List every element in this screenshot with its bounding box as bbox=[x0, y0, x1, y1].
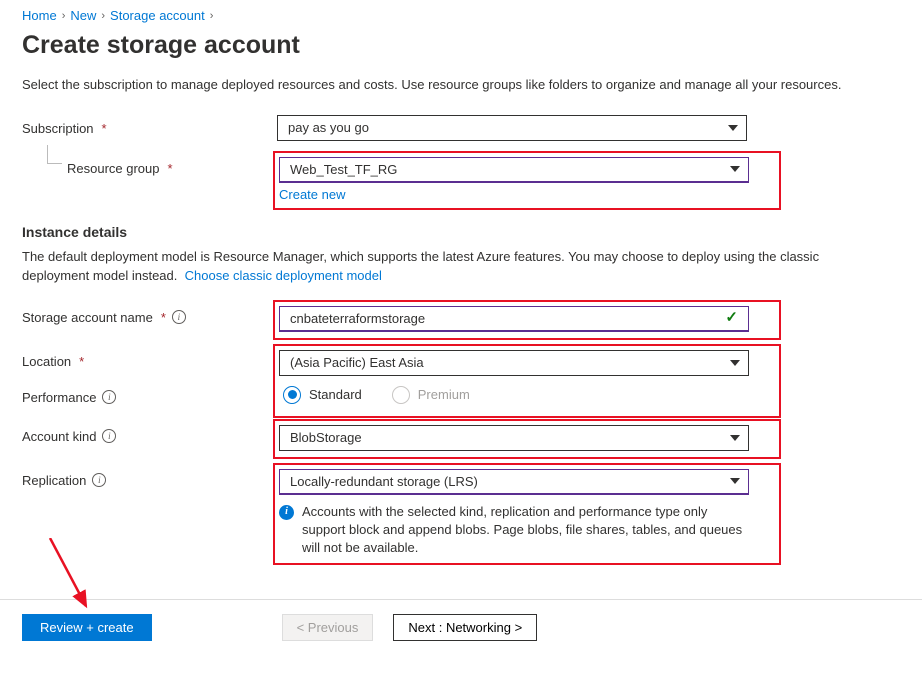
performance-standard-radio[interactable]: Standard bbox=[283, 386, 362, 404]
chevron-down-icon bbox=[728, 125, 738, 131]
highlight-box: Web_Test_TF_RG Create new bbox=[273, 151, 781, 210]
row-account-kind: Account kind i BlobStorage bbox=[22, 423, 900, 453]
row-subscription: Subscription * pay as you go bbox=[22, 115, 900, 141]
performance-premium-radio: Premium bbox=[392, 386, 470, 404]
row-replication: Replication i Locally-redundant storage … bbox=[22, 467, 900, 560]
radio-checked-icon bbox=[283, 386, 301, 404]
radio-disabled-icon bbox=[392, 386, 410, 404]
replication-value: Locally-redundant storage (LRS) bbox=[290, 474, 478, 489]
storage-name-value: cnbateterraformstorage bbox=[290, 311, 425, 326]
label-storage-name: Storage account name bbox=[22, 310, 153, 325]
breadcrumb-new[interactable]: New bbox=[70, 8, 96, 23]
instance-details-text: The default deployment model is Resource… bbox=[22, 249, 819, 283]
create-new-link[interactable]: Create new bbox=[279, 187, 345, 202]
chevron-right-icon: › bbox=[210, 10, 214, 22]
row-resource-group: Resource group * Web_Test_TF_RG Create n… bbox=[22, 155, 900, 204]
chevron-down-icon bbox=[730, 166, 740, 172]
resource-group-select[interactable]: Web_Test_TF_RG bbox=[279, 157, 749, 183]
label-resource-group: Resource group bbox=[67, 161, 160, 176]
required-icon: * bbox=[79, 354, 84, 369]
breadcrumb-storage-account[interactable]: Storage account bbox=[110, 8, 205, 23]
location-value: (Asia Pacific) East Asia bbox=[290, 355, 424, 370]
breadcrumb-home[interactable]: Home bbox=[22, 8, 57, 23]
info-icon[interactable]: i bbox=[172, 310, 186, 324]
chevron-down-icon bbox=[730, 435, 740, 441]
highlight-box: cnbateterraformstorage ✓ bbox=[273, 300, 781, 340]
required-icon: * bbox=[168, 161, 173, 176]
required-icon: * bbox=[161, 310, 166, 325]
highlight-box: (Asia Pacific) East Asia bbox=[273, 344, 781, 418]
required-icon: * bbox=[102, 121, 107, 136]
instance-details-desc: The default deployment model is Resource… bbox=[22, 248, 872, 286]
previous-button[interactable]: < Previous bbox=[282, 614, 374, 641]
info-icon[interactable]: i bbox=[102, 390, 116, 404]
performance-radios: Standard Premium bbox=[283, 384, 777, 404]
info-icon[interactable]: i bbox=[102, 429, 116, 443]
replication-select[interactable]: Locally-redundant storage (LRS) bbox=[279, 469, 749, 495]
highlight-box: BlobStorage bbox=[273, 419, 781, 459]
info-circle-icon: i bbox=[279, 505, 294, 520]
label-performance: Performance bbox=[22, 390, 96, 405]
chevron-down-icon bbox=[730, 360, 740, 366]
choose-classic-link[interactable]: Choose classic deployment model bbox=[185, 268, 382, 283]
next-button[interactable]: Next : Networking > bbox=[393, 614, 537, 641]
label-location: Location bbox=[22, 354, 71, 369]
row-performance: Performance i Standard Premium bbox=[22, 384, 900, 405]
info-icon[interactable]: i bbox=[92, 473, 106, 487]
resource-group-value: Web_Test_TF_RG bbox=[290, 162, 397, 177]
label-account-kind: Account kind bbox=[22, 429, 96, 444]
highlight-box: Locally-redundant storage (LRS) i Accoun… bbox=[273, 463, 781, 566]
replication-info: i Accounts with the selected kind, repli… bbox=[279, 503, 749, 558]
footer-bar: Review + create < Previous Next : Networ… bbox=[0, 599, 922, 655]
page-title: Create storage account bbox=[0, 25, 922, 76]
chevron-down-icon bbox=[730, 478, 740, 484]
radio-label-premium: Premium bbox=[418, 387, 470, 402]
label-subscription: Subscription bbox=[22, 121, 94, 136]
breadcrumb: Home › New › Storage account › bbox=[0, 0, 922, 25]
subscription-select[interactable]: pay as you go bbox=[277, 115, 747, 141]
row-storage-name: Storage account name * i cnbateterraform… bbox=[22, 304, 900, 334]
subscription-value: pay as you go bbox=[288, 120, 369, 135]
label-replication: Replication bbox=[22, 473, 86, 488]
location-select[interactable]: (Asia Pacific) East Asia bbox=[279, 350, 749, 376]
chevron-right-icon: › bbox=[62, 10, 66, 22]
chevron-right-icon: › bbox=[101, 10, 105, 22]
check-icon: ✓ bbox=[725, 308, 738, 326]
storage-account-name-input[interactable]: cnbateterraformstorage ✓ bbox=[279, 306, 749, 332]
replication-info-text: Accounts with the selected kind, replica… bbox=[302, 503, 749, 558]
account-kind-select[interactable]: BlobStorage bbox=[279, 425, 749, 451]
instance-details-heading: Instance details bbox=[22, 224, 900, 240]
account-kind-value: BlobStorage bbox=[290, 430, 362, 445]
intro-text: Select the subscription to manage deploy… bbox=[22, 76, 872, 95]
review-create-button[interactable]: Review + create bbox=[22, 614, 152, 641]
radio-label-standard: Standard bbox=[309, 387, 362, 402]
